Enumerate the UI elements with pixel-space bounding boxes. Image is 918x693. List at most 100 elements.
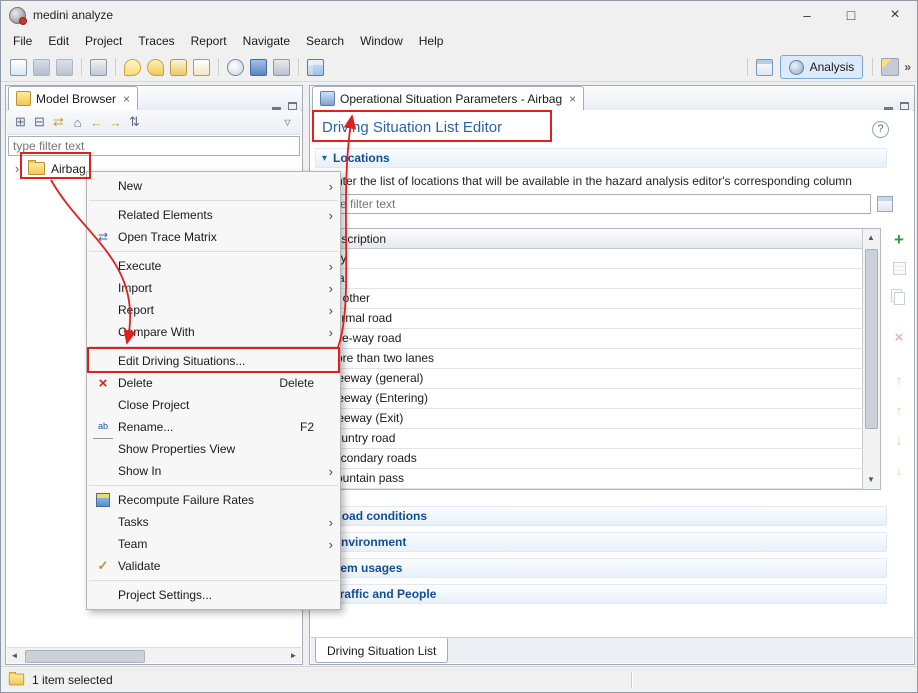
new-wizard-button[interactable]: [10, 59, 27, 76]
scroll-left-icon[interactable]: [7, 648, 22, 663]
horizontal-scrollbar[interactable]: [7, 647, 301, 663]
menu-item-close-project[interactable]: Close Project: [87, 394, 340, 416]
save-all-button[interactable]: [56, 59, 73, 76]
menu-item-open-trace-matrix[interactable]: Open Trace Matrix: [87, 226, 340, 248]
table-row[interactable]: Any: [320, 249, 880, 269]
expand-all-icon[interactable]: [11, 114, 30, 130]
menu-navigate[interactable]: Navigate: [235, 31, 298, 51]
scrollbar-thumb[interactable]: [865, 249, 878, 429]
maximize-button[interactable]: [829, 1, 873, 29]
table-row[interactable]: One-way road: [320, 329, 880, 349]
report-button[interactable]: [250, 59, 267, 76]
table-row[interactable]: mountain pass: [320, 469, 880, 489]
menu-edit[interactable]: Edit: [40, 31, 77, 51]
help-icon[interactable]: ?: [872, 121, 889, 138]
menu-item-show-properties-view[interactable]: Show Properties View: [87, 438, 340, 460]
menu-item-compare-with[interactable]: Compare With: [87, 321, 340, 343]
table-row[interactable]: more than two lanes: [320, 349, 880, 369]
home-icon[interactable]: [68, 115, 87, 130]
tab-model-browser[interactable]: Model Browser: [8, 86, 138, 110]
scroll-down-icon[interactable]: [863, 472, 879, 488]
table-row[interactable]: Freeway (Entering): [320, 389, 880, 409]
delete-row-button[interactable]: [889, 327, 909, 347]
table-row[interactable]: Freeway (Exit): [320, 409, 880, 429]
move-last-button[interactable]: [889, 460, 909, 480]
menu-project[interactable]: Project: [77, 31, 130, 51]
save-button[interactable]: [33, 59, 50, 76]
menu-item-delete[interactable]: Delete Delete: [87, 372, 340, 394]
search-icon[interactable]: [227, 59, 244, 76]
move-down-button[interactable]: [889, 430, 909, 450]
close-icon[interactable]: [569, 92, 576, 106]
column-header-description[interactable]: Description: [320, 229, 880, 249]
notes-button[interactable]: [193, 59, 210, 76]
menu-search[interactable]: Search: [298, 31, 352, 51]
menu-traces[interactable]: Traces: [130, 31, 182, 51]
section-locations[interactable]: Locations: [315, 148, 887, 168]
table-row[interactable]: Secondary roads: [320, 449, 880, 469]
collapse-all-icon[interactable]: [30, 114, 49, 130]
review-button[interactable]: [170, 59, 187, 76]
menu-item-tasks[interactable]: Tasks: [87, 511, 340, 533]
menu-item-new[interactable]: New: [87, 175, 340, 197]
scroll-up-icon[interactable]: [863, 230, 879, 246]
menu-help[interactable]: Help: [411, 31, 452, 51]
menu-window[interactable]: Window: [352, 31, 411, 51]
filter-view-icon[interactable]: [877, 196, 893, 212]
edit-row-button[interactable]: [889, 258, 909, 278]
table-row[interactable]: Normal road: [320, 309, 880, 329]
menu-item-related-elements[interactable]: Related Elements: [87, 204, 340, 226]
link-with-editor-icon[interactable]: [49, 114, 68, 130]
tab-driving-situation-list[interactable]: Driving Situation List: [315, 638, 448, 663]
move-first-button[interactable]: [889, 370, 909, 390]
menu-item-validate[interactable]: Validate: [87, 555, 340, 577]
section-traffic-and-people[interactable]: Traffic and People: [315, 584, 887, 604]
close-button[interactable]: [873, 1, 917, 29]
comment-button[interactable]: [124, 59, 141, 76]
open-perspective-button[interactable]: [756, 59, 773, 76]
maximize-view-icon[interactable]: [288, 102, 297, 110]
view-menu-icon[interactable]: [278, 118, 297, 127]
model-browser-filter-input[interactable]: [8, 136, 300, 156]
table-row[interactable]: Country road: [320, 429, 880, 449]
add-row-button[interactable]: [889, 230, 909, 250]
library-button[interactable]: [273, 59, 290, 76]
quick-fix-button[interactable]: [881, 58, 899, 76]
tab-operational-situation-parameters[interactable]: Operational Situation Parameters - Airba…: [312, 86, 584, 110]
menu-item-recompute-failure-rates[interactable]: Recompute Failure Rates: [87, 489, 340, 511]
discussion-button[interactable]: [147, 59, 164, 76]
locations-filter-input[interactable]: [319, 194, 871, 214]
menu-item-report[interactable]: Report: [87, 299, 340, 321]
twistie-open-icon[interactable]: [322, 153, 327, 164]
table-row[interactable]: All other: [320, 289, 880, 309]
move-up-button[interactable]: [889, 400, 909, 420]
menu-item-team[interactable]: Team: [87, 533, 340, 555]
menu-report[interactable]: Report: [183, 31, 235, 51]
menu-item-rename[interactable]: Rename... F2: [87, 416, 340, 438]
copy-row-button[interactable]: [889, 288, 909, 308]
close-icon[interactable]: [123, 92, 130, 106]
menu-file[interactable]: File: [5, 31, 40, 51]
forward-icon[interactable]: [106, 115, 125, 130]
chevron-right-icon[interactable]: [15, 161, 28, 176]
menu-item-execute[interactable]: Execute: [87, 255, 340, 277]
section-item-usages[interactable]: Item usages: [315, 558, 887, 578]
vertical-scrollbar[interactable]: [862, 229, 880, 489]
menu-item-edit-driving-situations[interactable]: Edit Driving Situations...: [87, 350, 340, 372]
minimize-button[interactable]: [785, 1, 829, 29]
menu-item-import[interactable]: Import: [87, 277, 340, 299]
section-environment[interactable]: Environment: [315, 532, 887, 552]
analysis-perspective-button[interactable]: Analysis: [780, 55, 864, 79]
maximize-view-icon[interactable]: [900, 102, 909, 110]
back-icon[interactable]: [87, 115, 106, 130]
menu-item-show-in[interactable]: Show In: [87, 460, 340, 482]
sort-icon[interactable]: [125, 114, 144, 130]
table-row[interactable]: Freeway (general): [320, 369, 880, 389]
scroll-right-icon[interactable]: [286, 648, 301, 663]
trace-matrix-button[interactable]: [307, 59, 324, 76]
table-row[interactable]: N/a: [320, 269, 880, 289]
print-button[interactable]: [90, 59, 107, 76]
toolbar-overflow-chevron[interactable]: [904, 60, 911, 74]
section-road-conditions[interactable]: Road conditions: [315, 506, 887, 526]
menu-item-project-settings[interactable]: Project Settings...: [87, 584, 340, 606]
